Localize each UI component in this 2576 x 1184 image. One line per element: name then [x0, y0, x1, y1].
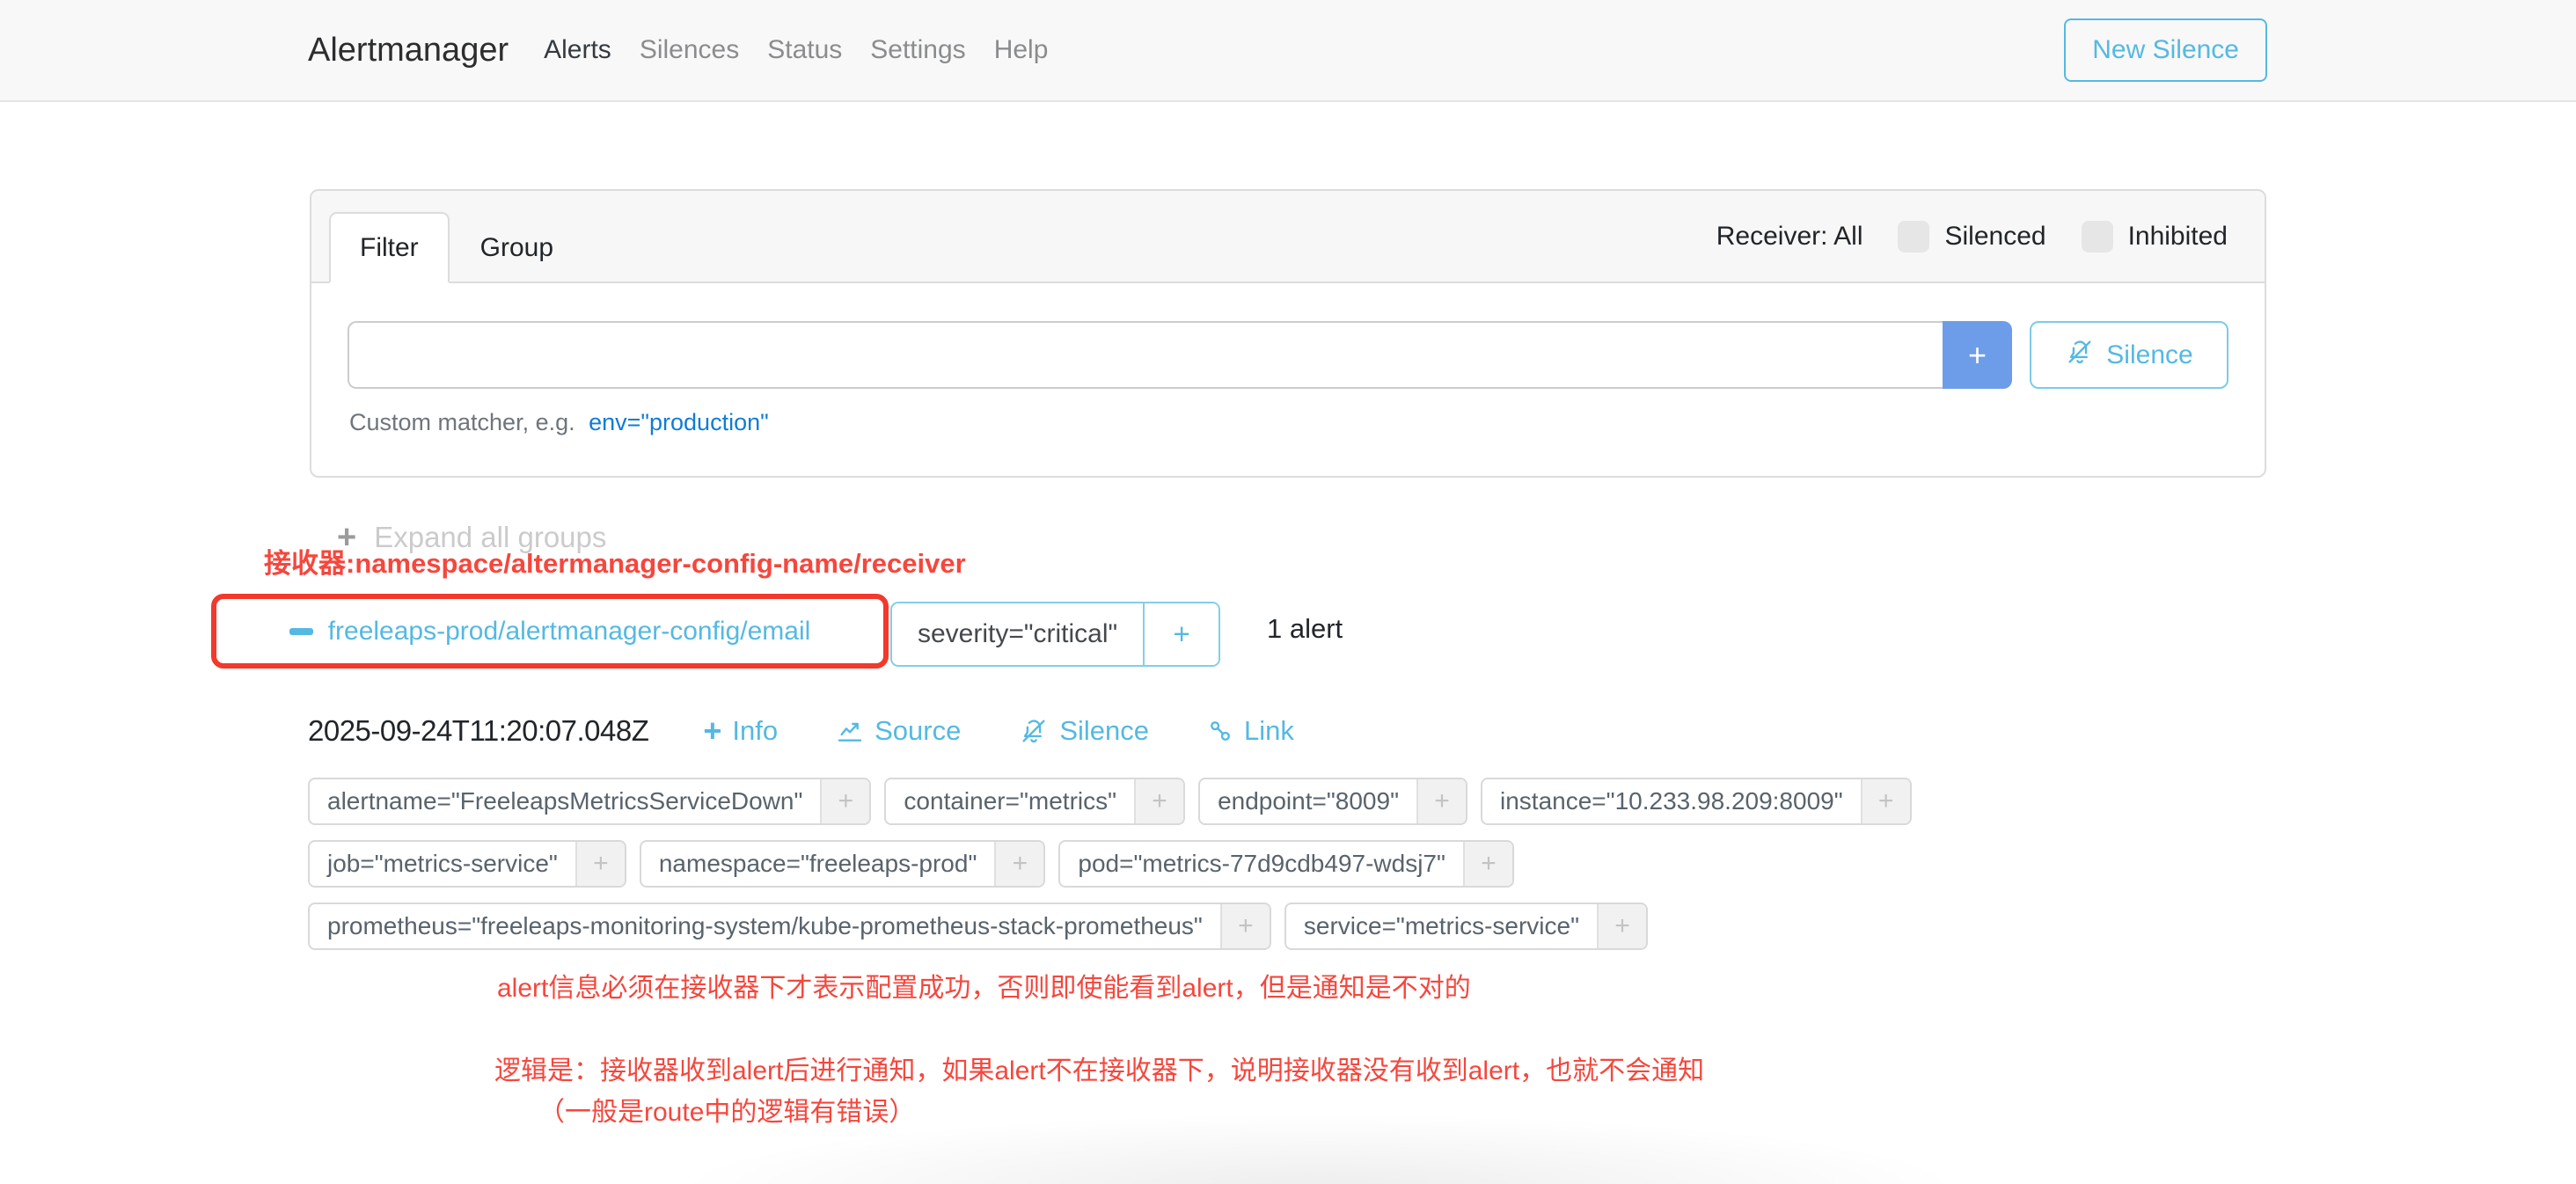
alert-label-text: pod="metrics-77d9cdb497-wdsj7": [1060, 842, 1463, 886]
alert-label-tag: pod="metrics-77d9cdb497-wdsj7" +: [1058, 840, 1514, 888]
alert-action-label: Source: [875, 715, 961, 747]
alert-label-text: container="metrics": [886, 779, 1134, 823]
top-navbar: Alertmanager Alerts Silences Status Setting…: [0, 0, 2576, 102]
alert-action-link[interactable]: Source: [836, 715, 961, 747]
plus-icon: +: [703, 715, 721, 747]
matcher-input[interactable]: [348, 321, 1943, 389]
silence-button-label: Silence: [2106, 340, 2192, 370]
group-matcher-label: severity="critical": [892, 603, 1143, 665]
add-label-filter-button[interactable]: +: [820, 779, 869, 823]
alert-action-link[interactable]: + Info: [703, 715, 778, 747]
alert-label-tag: alertname="FreeleapsMetricsServiceDown" …: [308, 778, 871, 825]
matcher-example-link[interactable]: env="production": [589, 409, 769, 435]
add-label-filter-button[interactable]: +: [1597, 904, 1646, 948]
add-label-filter-button[interactable]: +: [1463, 842, 1512, 886]
inhibited-checkbox-label: Inhibited: [2128, 222, 2228, 252]
alert-count: 1 alert: [1267, 613, 1343, 645]
receiver-group-toggle[interactable]: freeleaps-prod/alertmanager-config/email: [289, 617, 811, 647]
matcher-input-row: + Silence: [348, 321, 2228, 389]
alert-label-text: endpoint="8009": [1200, 779, 1416, 823]
nav-item[interactable]: Settings: [856, 35, 979, 65]
nav-item-label: Alerts: [544, 35, 611, 64]
receiver-group-label: freeleaps-prod/alertmanager-config/email: [328, 617, 811, 647]
alert-label-text: service="metrics-service": [1286, 904, 1597, 948]
alert-label-tag: service="metrics-service" +: [1284, 903, 1648, 950]
matcher-input-group: +: [348, 321, 2012, 389]
alertmanager-page: Alertmanager Alerts Silences Status Setting…: [0, 0, 2576, 1184]
alert-label-tag: endpoint="8009" +: [1198, 778, 1467, 825]
filter-tabs: Filter Group: [329, 212, 584, 283]
annotation-note-3: （一般是route中的逻辑有错误）: [538, 1090, 915, 1129]
filter-card-body: + Silence Custom matcher, e.g. env="prod…: [311, 283, 2265, 436]
alert-action-label: Silence: [1059, 715, 1149, 747]
add-label-filter-button[interactable]: +: [994, 842, 1043, 886]
inhibited-checkbox[interactable]: Inhibited: [2082, 221, 2228, 252]
add-group-filter-button[interactable]: +: [1143, 603, 1218, 665]
filter-card: Filter Group Receiver: All Silenced Inhib…: [310, 189, 2266, 478]
alert-labels: alertname="FreeleapsMetricsServiceDown" …: [308, 778, 2010, 950]
nav-item[interactable]: Help: [980, 35, 1063, 65]
add-label-filter-button[interactable]: +: [1416, 779, 1466, 823]
add-matcher-button[interactable]: +: [1943, 321, 2012, 389]
alert-timestamp: 2025-09-24T11:20:07.048Z: [308, 714, 648, 748]
tab[interactable]: Filter: [329, 212, 450, 283]
add-label-filter-button[interactable]: +: [1220, 904, 1270, 948]
matcher-hint-text: Custom matcher, e.g.: [349, 409, 575, 435]
tab-label: Group: [480, 233, 553, 263]
alert-action-link[interactable]: Silence: [1019, 715, 1149, 747]
alert-actions: + Info Source Silence Link: [703, 715, 1294, 747]
filter-header-controls: Receiver: All Silenced Inhibited: [1716, 191, 2228, 281]
new-silence-button[interactable]: New Silence: [2064, 18, 2267, 82]
group-matcher-chip: severity="critical" +: [890, 602, 1220, 667]
matcher-hint: Custom matcher, e.g. env="production": [349, 409, 2228, 436]
annotation-receiver-note: 接收器:namespace/altermanager-config-name/r…: [264, 541, 966, 581]
add-label-filter-button[interactable]: +: [1861, 779, 1910, 823]
checkbox-box-icon: [2082, 221, 2113, 252]
tab[interactable]: Group: [450, 212, 584, 283]
alert-label-text: instance="10.233.98.209:8009": [1482, 779, 1861, 823]
alert-label-tag: prometheus="freeleaps-monitoring-system/…: [308, 903, 1271, 950]
alert-label-tag: namespace="freeleaps-prod" +: [640, 840, 1046, 888]
nav-item-label: Silences: [640, 35, 739, 64]
add-label-filter-button[interactable]: +: [575, 842, 625, 886]
nav-item-label: Help: [994, 35, 1049, 64]
main-nav: Alerts Silences Status Settings Help: [530, 35, 1062, 65]
annotation-highlight-box: freeleaps-prod/alertmanager-config/email: [211, 594, 889, 669]
receiver-selector[interactable]: Receiver: All: [1716, 222, 1863, 252]
add-label-filter-button[interactable]: +: [1134, 779, 1183, 823]
silence-button[interactable]: Silence: [2030, 321, 2228, 389]
checkbox-box-icon: [1898, 221, 1929, 252]
bell-slash-icon: [2065, 337, 2095, 374]
alert-action-label: Info: [732, 715, 778, 747]
alert-action-label: Link: [1244, 715, 1294, 747]
alert-label-tag: instance="10.233.98.209:8009" +: [1481, 778, 1912, 825]
nav-item-label: Settings: [870, 35, 965, 64]
nav-item[interactable]: Silences: [626, 35, 753, 65]
link-icon: [1207, 718, 1233, 744]
nav-item[interactable]: Status: [753, 35, 856, 65]
minus-icon: [289, 628, 313, 635]
chart-line-icon: [836, 717, 864, 745]
alert-label-tag: job="metrics-service" +: [308, 840, 626, 888]
bell-slash-icon: [1019, 716, 1049, 746]
alert-action-link[interactable]: Link: [1207, 715, 1294, 747]
annotation-note-2: 逻辑是：接收器收到alert后进行通知，如果alert不在接收器下，说明接收器没…: [494, 1049, 1704, 1087]
tab-label: Filter: [360, 233, 419, 263]
silenced-checkbox-label: Silenced: [1944, 222, 2045, 252]
app-brand[interactable]: Alertmanager: [308, 32, 509, 69]
nav-item[interactable]: Alerts: [530, 35, 626, 65]
alert-header-row: 2025-09-24T11:20:07.048Z + Info Source S…: [308, 714, 1294, 748]
annotation-note-1: alert信息必须在接收器下才表示配置成功，否则即使能看到alert，但是通知是…: [497, 966, 1471, 1005]
alert-label-text: job="metrics-service": [310, 842, 575, 886]
nav-item-label: Status: [767, 35, 842, 64]
alert-label-tag: container="metrics" +: [884, 778, 1185, 825]
alert-label-text: prometheus="freeleaps-monitoring-system/…: [310, 904, 1220, 948]
silenced-checkbox[interactable]: Silenced: [1898, 221, 2045, 252]
filter-card-header: Filter Group Receiver: All Silenced Inhib…: [311, 191, 2265, 283]
alert-label-text: alertname="FreeleapsMetricsServiceDown": [310, 779, 820, 823]
alert-label-text: namespace="freeleaps-prod": [641, 842, 995, 886]
